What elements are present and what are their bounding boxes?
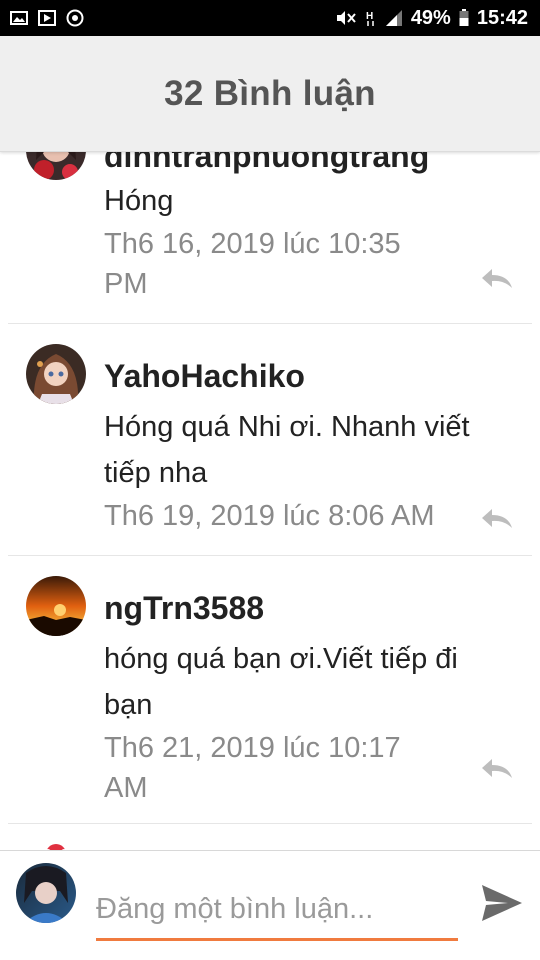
status-bar-system: H 49% 15:42 [335, 7, 540, 30]
avatar[interactable] [26, 152, 86, 180]
network-h-icon: H [366, 11, 374, 26]
comment-item: YahoHachiko Hóng quá Nhi ơi. Nhanh viết … [8, 324, 532, 556]
comment-text: Hóng quá Nhi ơi. Nhanh viết tiếp nha [104, 411, 470, 489]
comment-author[interactable]: YahoHachiko [104, 358, 305, 395]
comments-header: 32 Bình luận [0, 36, 540, 152]
current-user-avatar[interactable] [16, 863, 76, 923]
status-bar: H 49% 15:42 [0, 0, 540, 36]
comment-date: Th6 19, 2019 lúc 8:06 AM [104, 500, 435, 532]
comment-item: dinhtranphuongtrang Hóng Th6 16, 2019 lú… [8, 152, 532, 324]
signal-icon [385, 10, 402, 26]
status-bar-notifications [0, 9, 84, 27]
comment-date: Th6 16, 2019 lúc 10:35 PM [104, 228, 401, 300]
reply-icon[interactable] [480, 506, 514, 530]
clock: 15:42 [476, 6, 528, 29]
comment-item: ngTrn3588 hóng quá bạn ơi.Viết tiếp đi b… [8, 556, 532, 824]
comment-item [8, 824, 532, 850]
image-notification-icon [10, 11, 28, 25]
battery-percent: 49% [410, 6, 451, 29]
reply-icon[interactable] [480, 756, 514, 780]
app-notification-icon [66, 9, 84, 27]
mute-icon [336, 11, 356, 25]
comment-input[interactable] [96, 881, 458, 941]
comment-text: Hóng [104, 185, 174, 217]
comment-author[interactable]: dinhtranphuongtrang [104, 152, 429, 175]
comment-date: Th6 21, 2019 lúc 10:17 AM [104, 732, 401, 804]
comment-text: hóng quá bạn ơi.Viết tiếp đi bạn [104, 643, 458, 721]
avatar[interactable] [26, 576, 86, 636]
page-title: 32 Bình luận [164, 73, 376, 113]
compose-bar [0, 850, 540, 960]
send-icon[interactable] [478, 879, 526, 927]
avatar[interactable] [26, 842, 86, 850]
svg-text:H: H [366, 11, 373, 22]
avatar[interactable] [26, 344, 86, 404]
comment-list[interactable]: dinhtranphuongtrang Hóng Th6 16, 2019 lú… [8, 152, 532, 850]
reply-icon[interactable] [480, 266, 514, 290]
play-notification-icon [38, 10, 56, 26]
comment-author[interactable]: ngTrn3588 [104, 590, 264, 627]
battery-icon [459, 9, 469, 26]
